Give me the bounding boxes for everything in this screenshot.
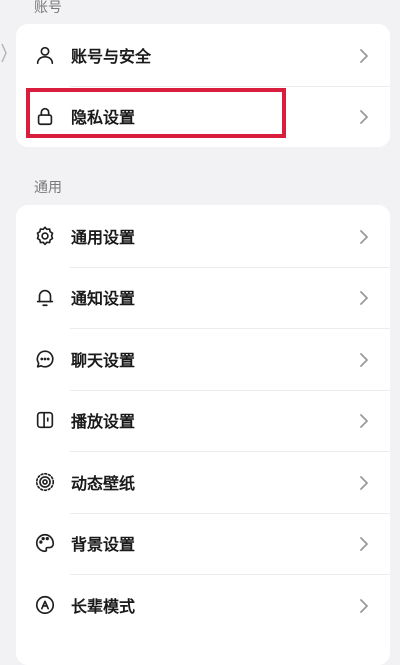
settings-item-privacy[interactable]: 隐私设置 <box>16 85 390 148</box>
settings-item-notifications[interactable]: 通知设置 <box>16 266 390 329</box>
settings-item-label: 聊天设置 <box>71 350 136 370</box>
back-edge-handle[interactable] <box>0 42 8 64</box>
chevron-right-icon <box>358 536 370 552</box>
settings-item-label: 账号与安全 <box>71 46 152 66</box>
chevron-right-icon <box>358 598 370 613</box>
elder-mode-icon <box>33 593 57 617</box>
settings-item-label: 背景设置 <box>71 535 136 555</box>
settings-item-label: 长辈模式 <box>71 596 136 616</box>
chevron-right-icon <box>358 48 370 63</box>
settings-item-label: 通知设置 <box>71 289 136 309</box>
bell-icon <box>33 285 57 309</box>
settings-item-account-security[interactable]: 账号与安全 <box>16 24 390 86</box>
chevron-right-icon <box>358 475 370 490</box>
settings-item-background[interactable]: 背景设置 <box>16 512 390 575</box>
play-device-icon <box>33 408 57 432</box>
settings-item-playback[interactable]: 播放设置 <box>16 389 390 452</box>
chevron-right-icon <box>358 290 370 306</box>
settings-item-general[interactable]: 通用设置 <box>16 205 390 267</box>
live-wallpaper-icon <box>33 470 57 494</box>
chevron-right-icon <box>358 229 370 244</box>
chevron-right-icon <box>358 352 370 367</box>
settings-item-live-wallpaper[interactable]: 动态壁纸 <box>16 451 390 513</box>
settings-item-label: 隐私设置 <box>71 108 136 128</box>
settings-item-label: 播放设置 <box>71 412 136 432</box>
palette-icon <box>33 531 57 555</box>
general-card: 通用设置 通知设置 聊天设置 播放设置 动态壁纸 背景设置 长辈模式 <box>16 205 390 665</box>
account-card: 账号与安全 隐私设置 <box>16 24 390 147</box>
settings-item-elder-mode[interactable]: 长辈模式 <box>16 574 390 636</box>
settings-item-label: 动态壁纸 <box>71 473 136 493</box>
chevron-right-icon <box>358 413 370 429</box>
settings-item-label: 通用设置 <box>71 227 136 247</box>
chat-bubble-icon <box>33 347 57 371</box>
gear-icon <box>33 224 57 248</box>
lock-icon <box>33 104 57 128</box>
user-icon <box>33 43 57 67</box>
settings-item-chat[interactable]: 聊天设置 <box>16 328 390 390</box>
chevron-right-icon <box>358 109 370 125</box>
section-header-account: 账号 <box>34 0 62 16</box>
section-header-general: 通用 <box>34 180 62 196</box>
